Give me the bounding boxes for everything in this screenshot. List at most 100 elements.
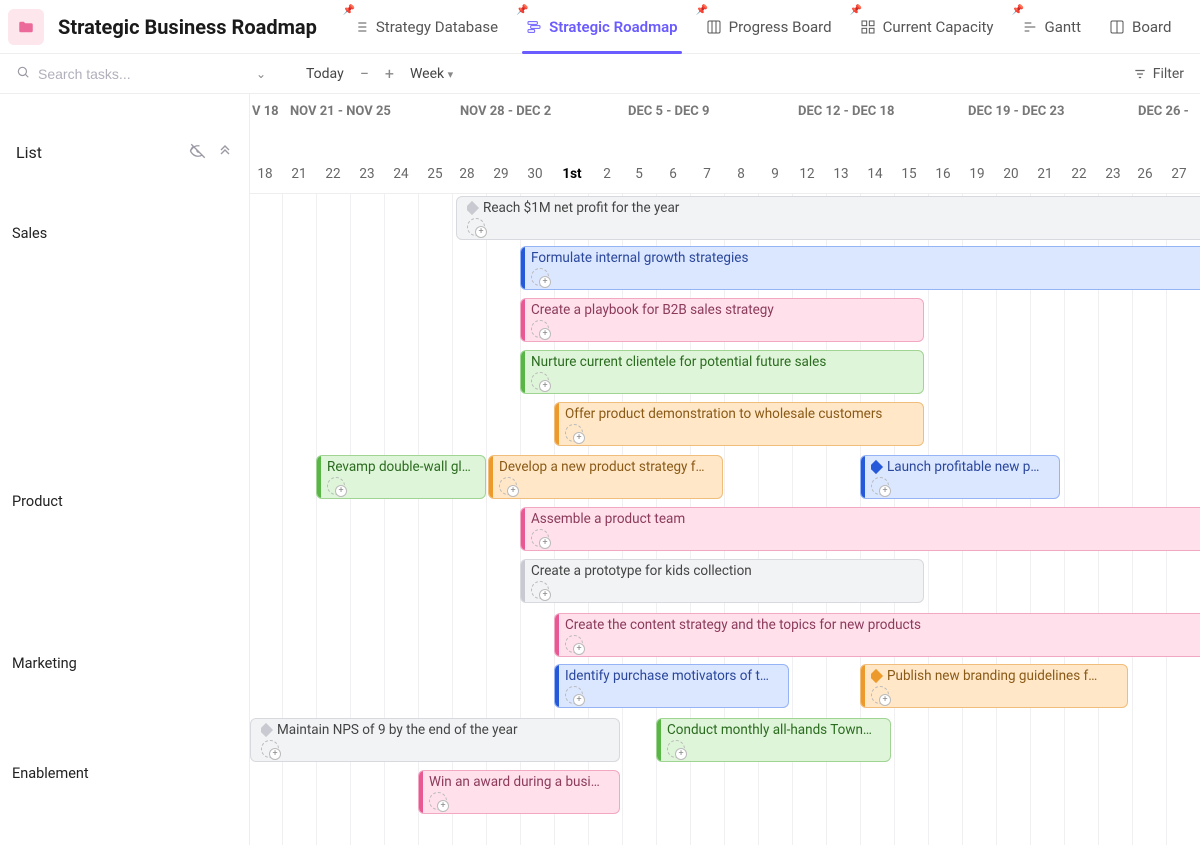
group-product[interactable]: Product	[0, 479, 249, 641]
week-label: NOV 28 - DEC 2	[460, 94, 551, 154]
search-wrap: ⌄	[16, 65, 266, 83]
day-label: 24	[384, 154, 418, 194]
tab-current-capacity[interactable]: 📌 Current Capacity	[846, 0, 1008, 54]
search-icon	[16, 65, 30, 83]
group-sales[interactable]: Sales	[0, 211, 249, 479]
assignee-add-icon[interactable]	[429, 792, 447, 810]
topbar: Strategic Business Roadmap 📌 Strategy Da…	[0, 0, 1200, 54]
list-label: List	[16, 143, 42, 162]
day-label: 22	[316, 154, 350, 194]
task-bar[interactable]: Reach $1M net profit for the year	[456, 196, 1200, 240]
tab-label: Progress Board	[729, 18, 832, 36]
timeline[interactable]: V 18 NOV 21 - NOV 25 NOV 28 - DEC 2 DEC …	[250, 94, 1200, 845]
week-label: NOV 21 - NOV 25	[290, 94, 391, 154]
task-bar[interactable]: Publish new branding guidelines f…	[860, 664, 1128, 708]
chart-area[interactable]: Reach $1M net profit for the year Formul…	[250, 194, 1200, 845]
assignee-add-icon[interactable]	[565, 635, 583, 653]
zoom-out-button[interactable]: −	[352, 64, 377, 83]
tab-board[interactable]: Board	[1095, 0, 1185, 54]
assignee-add-icon[interactable]	[531, 372, 549, 390]
assignee-add-icon[interactable]	[871, 477, 889, 495]
assignee-add-icon[interactable]	[261, 740, 279, 758]
task-bar[interactable]: Offer product demonstration to wholesale…	[554, 402, 924, 446]
pin-icon: 📌	[850, 5, 862, 16]
visibility-off-icon[interactable]	[189, 142, 207, 164]
day-label: 2	[590, 154, 624, 194]
assignee-add-icon[interactable]	[467, 218, 485, 236]
day-label: 22	[1062, 154, 1096, 194]
day-label: 15	[892, 154, 926, 194]
day-label: 20	[994, 154, 1028, 194]
day-label: 30	[518, 154, 552, 194]
task-bar[interactable]: Nurture current clientele for potential …	[520, 350, 924, 394]
task-bar[interactable]: Identify purchase motivators of t…	[554, 664, 789, 708]
day-label: 12	[790, 154, 824, 194]
search-input[interactable]	[38, 66, 198, 82]
group-enablement[interactable]: Enablement	[0, 751, 249, 796]
tab-label: Strategic Roadmap	[549, 18, 678, 36]
gantt-icon	[1022, 19, 1038, 35]
tab-label: Board	[1132, 18, 1171, 36]
filter-button[interactable]: Filter	[1133, 66, 1184, 82]
pin-icon: 📌	[343, 5, 355, 16]
tab-progress-board[interactable]: 📌 Progress Board	[692, 0, 846, 54]
assignee-add-icon[interactable]	[499, 477, 517, 495]
day-label: 8	[724, 154, 758, 194]
chevron-down-icon: ▾	[448, 68, 454, 81]
diamond-icon	[261, 723, 273, 737]
assignee-add-icon[interactable]	[531, 268, 549, 286]
zoom-in-button[interactable]: +	[377, 64, 402, 83]
day-label: 6	[656, 154, 690, 194]
day-label: 18	[250, 154, 282, 194]
collapse-icon[interactable]	[217, 142, 233, 164]
view-tabs: 📌 Strategy Database 📌 Strategic Roadmap …	[339, 0, 1186, 54]
assignee-add-icon[interactable]	[531, 581, 549, 599]
tab-label: Strategy Database	[376, 18, 498, 36]
task-bar[interactable]: Create the content strategy and the topi…	[554, 613, 1200, 657]
diamond-icon	[871, 460, 883, 474]
day-label: 19	[960, 154, 994, 194]
tab-strategy-database[interactable]: 📌 Strategy Database	[339, 0, 512, 54]
task-bar[interactable]: Launch profitable new p…	[860, 455, 1060, 499]
group-marketing[interactable]: Marketing	[0, 641, 249, 751]
day-label: 21	[282, 154, 316, 194]
tab-label: Gantt	[1045, 18, 1081, 36]
task-bar[interactable]: Create a prototype for kids collection	[520, 559, 924, 603]
left-column: List Sales Product Marketing Enablement	[0, 94, 250, 845]
day-label: 29	[484, 154, 518, 194]
week-label: DEC 5 - DEC 9	[628, 94, 710, 154]
task-bar[interactable]: Create a playbook for B2B sales strategy	[520, 298, 924, 342]
pin-icon: 📌	[1012, 5, 1024, 16]
task-bar[interactable]: Win an award during a busi…	[418, 770, 620, 814]
assignee-add-icon[interactable]	[565, 686, 583, 704]
day-label: 1st	[552, 154, 592, 194]
assignee-add-icon[interactable]	[531, 529, 549, 547]
task-bar[interactable]: Formulate internal growth strategies	[520, 246, 1200, 290]
task-bar[interactable]: Revamp double-wall gl…	[316, 455, 486, 499]
list-header: List	[0, 94, 249, 211]
day-label: 21	[1028, 154, 1062, 194]
day-label: 7	[690, 154, 724, 194]
toolbar: ⌄ Today − + Week ▾ Filter	[0, 54, 1200, 94]
task-bar[interactable]: Conduct monthly all-hands Town…	[656, 718, 891, 762]
timescale-button[interactable]: Week ▾	[402, 66, 461, 82]
assignee-add-icon[interactable]	[565, 424, 583, 442]
pin-icon: 📌	[696, 5, 708, 16]
pin-icon: 📌	[516, 5, 528, 16]
week-label: V 18	[252, 94, 279, 154]
assignee-add-icon[interactable]	[871, 686, 889, 704]
folder-icon[interactable]	[8, 9, 44, 45]
day-label: 23	[350, 154, 384, 194]
task-bar[interactable]: Maintain NPS of 9 by the end of the year	[250, 718, 620, 762]
day-label: 23	[1096, 154, 1130, 194]
task-bar[interactable]: Develop a new product strategy f…	[488, 455, 723, 499]
main: List Sales Product Marketing Enablement …	[0, 94, 1200, 845]
tab-strategic-roadmap[interactable]: 📌 Strategic Roadmap	[512, 0, 692, 54]
assignee-add-icon[interactable]	[531, 320, 549, 338]
today-button[interactable]: Today	[298, 66, 352, 82]
tab-gantt[interactable]: 📌 Gantt	[1008, 0, 1095, 54]
assignee-add-icon[interactable]	[667, 740, 685, 758]
task-bar[interactable]: Assemble a product team	[520, 507, 1200, 551]
assignee-add-icon[interactable]	[327, 477, 345, 495]
chevron-down-icon[interactable]: ⌄	[256, 67, 266, 81]
